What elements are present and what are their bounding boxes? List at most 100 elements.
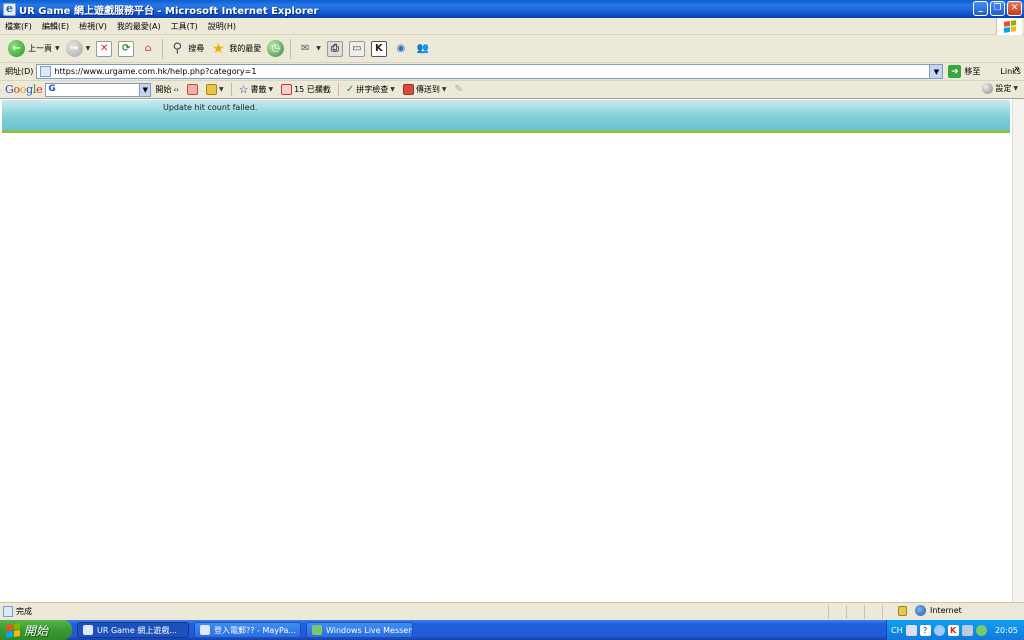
task-label: Windows Live Messen... <box>326 625 413 635</box>
news-button[interactable]: ▼ <box>202 84 228 95</box>
stop-button[interactable]: ✕ <box>93 37 115 61</box>
pagerank-icon <box>186 84 198 95</box>
home-button[interactable]: ⌂ <box>137 37 159 61</box>
refresh-icon: ⟳ <box>118 40 135 57</box>
messenger-icon: 👥 <box>416 43 430 54</box>
sendto-dropdown-icon[interactable]: ▼ <box>442 86 447 93</box>
security-zone[interactable]: Internet <box>898 605 962 616</box>
clock: 20:05 <box>994 625 1018 635</box>
spellcheck-dropdown-icon[interactable]: ▼ <box>390 86 395 93</box>
network-icon[interactable] <box>933 624 945 636</box>
back-button[interactable]: ← 上一頁 ▼ <box>5 37 63 61</box>
popup-blocked-label: 15 已攔截 <box>294 85 331 94</box>
edit-icon: ▭ <box>348 40 365 57</box>
bookmarks-label: 書籤 <box>250 85 267 94</box>
ie-task-icon <box>83 625 93 635</box>
task-button-mail[interactable]: 登入電郵?? - MayPa... <box>194 622 301 638</box>
page-content: Update hit count failed. <box>0 98 1024 603</box>
status-panels <box>828 605 900 619</box>
spellcheck-button[interactable]: ✓ 拼字檢查 ▼ <box>342 84 399 95</box>
toolbar-separator <box>230 83 232 96</box>
task-button-urgame[interactable]: UR Game 網上遊戲... <box>77 622 189 638</box>
sendto-button[interactable]: 傳送到 ▼ <box>399 84 451 95</box>
lock-icon[interactable] <box>898 605 907 616</box>
window-title: UR Game 網上遊戲服務平台 - Microsoft Internet Ex… <box>19 5 319 17</box>
window-controls: _ ❐ ✕ <box>973 1 1022 16</box>
help-icon[interactable]: ? <box>919 624 931 636</box>
edit-button[interactable]: ▭ <box>346 37 368 61</box>
globe-icon <box>915 605 926 616</box>
title-bar: UR Game 網上遊戲服務平台 - Microsoft Internet Ex… <box>0 0 1024 18</box>
security-k-icon[interactable]: K <box>947 624 959 636</box>
print-icon: ⎙ <box>326 40 343 57</box>
favorites-button[interactable]: ★ 我的最愛 <box>207 37 264 61</box>
k-button[interactable]: K <box>368 37 390 61</box>
stop-icon: ✕ <box>96 40 113 57</box>
restore-button[interactable]: ❐ <box>990 1 1005 16</box>
menu-bar: 檔案(F) 編輯(E) 檢視(V) 我的最愛(A) 工具(T) 說明(H) <box>0 18 1024 35</box>
status-panel <box>864 605 882 619</box>
address-field[interactable]: ▼ <box>36 64 944 79</box>
print-button[interactable]: ⎙ <box>324 37 346 61</box>
settings-button[interactable]: 設定 ▼ <box>982 83 1018 94</box>
menu-favorites[interactable]: 我的最愛(A) <box>112 21 166 32</box>
google-search-dropdown-icon[interactable]: ▼ <box>139 83 151 96</box>
status-panel <box>846 605 864 619</box>
settings-dropdown-icon[interactable]: ▼ <box>1013 85 1018 92</box>
toolbar-separator <box>337 83 339 96</box>
bookmarks-dropdown-icon[interactable]: ▼ <box>268 86 273 93</box>
menu-help[interactable]: 說明(H) <box>203 21 241 32</box>
google-logo: Google <box>5 83 43 96</box>
keyboard-icon[interactable] <box>905 624 917 636</box>
messenger-tray-icon[interactable] <box>975 624 987 636</box>
chevron-right-icon[interactable]: » <box>1014 64 1020 74</box>
mail-icon: ✉ <box>301 43 310 54</box>
task-button-messenger[interactable]: Windows Live Messen... <box>306 622 413 638</box>
arrows-icon: ‹› <box>173 85 179 94</box>
minimize-button[interactable]: _ <box>973 1 988 16</box>
google-search-input[interactable]: G ▼ <box>45 82 152 97</box>
bookmarks-button[interactable]: ☆ 書籤 ▼ <box>235 83 278 96</box>
status-text: 完成 <box>16 607 32 616</box>
mail-dropdown-icon[interactable]: ▼ <box>316 45 321 52</box>
pagerank-button[interactable] <box>183 84 202 95</box>
google-start-button[interactable]: 開始 ‹› <box>151 84 183 95</box>
popup-blocker-icon <box>281 84 293 95</box>
menu-edit[interactable]: 編輯(E) <box>37 21 74 32</box>
menu-view[interactable]: 檢視(V) <box>74 21 112 32</box>
search-button[interactable]: ⚲ 搜尋 <box>166 37 207 61</box>
refresh-button[interactable]: ⟳ <box>115 37 137 61</box>
page-icon <box>40 66 52 77</box>
hit-count-message: Update hit count failed. <box>163 103 258 112</box>
task-label: 登入電郵?? - MayPa... <box>214 625 296 635</box>
forward-button[interactable]: → ▼ <box>63 37 94 61</box>
news-dropdown-icon[interactable]: ▼ <box>219 86 224 93</box>
close-button[interactable]: ✕ <box>1007 1 1022 16</box>
back-dropdown-icon[interactable]: ▼ <box>55 45 60 52</box>
highlight-button[interactable]: ✎ <box>450 84 466 95</box>
address-label: 網址(D) <box>5 67 34 76</box>
ie-icon[interactable] <box>3 2 16 16</box>
volume-icon[interactable] <box>961 624 973 636</box>
research-button[interactable]: ◉ <box>390 37 412 61</box>
go-button[interactable]: ➜ 移至 <box>948 65 980 78</box>
bookmark-star-icon: ☆ <box>238 83 249 96</box>
status-panel <box>828 605 846 619</box>
vertical-scrollbar[interactable] <box>1012 99 1024 603</box>
popup-blocker-button[interactable]: 15 已攔截 <box>277 84 335 95</box>
messenger-button[interactable]: 👥 <box>412 37 434 61</box>
forward-dropdown-icon[interactable]: ▼ <box>86 45 91 52</box>
mail-button[interactable]: ✉ ▼ <box>294 37 324 61</box>
start-button[interactable]: 開始 <box>0 620 72 640</box>
header-divider <box>2 130 1010 133</box>
history-button[interactable]: ◷ <box>264 37 287 61</box>
address-input[interactable] <box>54 67 935 76</box>
menu-tools[interactable]: 工具(T) <box>166 21 203 32</box>
back-label: 上一頁 <box>28 44 52 53</box>
system-tray: CH ? K 20:05 <box>886 620 1024 640</box>
input-language-indicator[interactable]: CH <box>891 626 903 635</box>
favorites-star-icon: ★ <box>211 40 225 57</box>
ie-task-icon <box>200 625 210 635</box>
menu-file[interactable]: 檔案(F) <box>0 21 37 32</box>
address-dropdown-icon[interactable]: ▼ <box>929 65 943 78</box>
